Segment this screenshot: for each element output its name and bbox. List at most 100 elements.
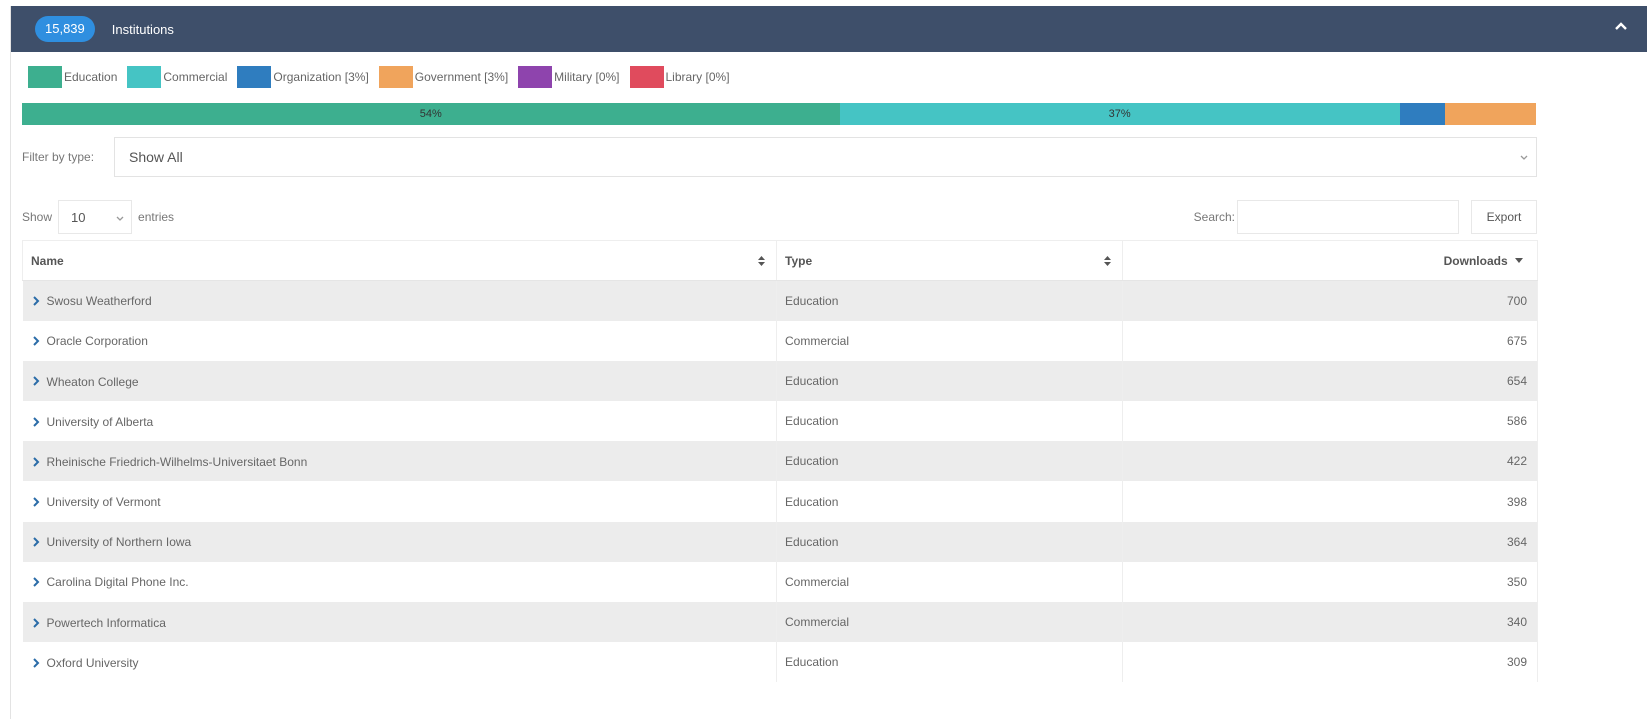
expand-chevron-right-icon[interactable]	[31, 375, 41, 387]
legend-item[interactable]: Government [3%]	[378, 66, 509, 88]
cell-type: Education	[776, 360, 1123, 402]
table-row[interactable]: University of Vermont Education 398	[22, 481, 1538, 522]
legend-swatch	[237, 66, 272, 88]
cell-downloads: 700	[1122, 280, 1538, 321]
chevron-down-icon	[1520, 155, 1528, 160]
expand-chevron-right-icon[interactable]	[31, 416, 41, 428]
institution-name: University of Northern Iowa	[46, 535, 192, 550]
legend-label: Education	[64, 70, 118, 84]
institution-name: University of Vermont	[46, 494, 161, 509]
column-header-type-label: Type	[785, 253, 813, 268]
legend-label: Organization [3%]	[273, 70, 369, 84]
cell-downloads: 364	[1122, 521, 1538, 562]
cell-type: Education	[776, 642, 1123, 683]
institution-name: Powertech Informatica	[46, 615, 166, 630]
column-header-downloads[interactable]: Downloads	[1122, 240, 1538, 281]
legend-swatch	[629, 66, 664, 88]
expand-chevron-right-icon[interactable]	[31, 295, 41, 307]
entries-length-value: 10	[71, 209, 86, 225]
institution-name: Rheinische Friedrich-Wilhelms-Universita…	[46, 454, 308, 469]
cell-name: University of Northern Iowa	[22, 521, 777, 562]
distribution-segment	[1445, 103, 1536, 125]
table-row[interactable]: University of Northern Iowa Education 364	[22, 521, 1538, 562]
legend-swatch	[378, 66, 413, 88]
expand-chevron-right-icon[interactable]	[31, 335, 41, 347]
sort-desc-icon	[1515, 258, 1523, 264]
distribution-segment-label: 37%	[1108, 108, 1131, 120]
legend-item[interactable]: Commercial	[127, 66, 227, 88]
table-row[interactable]: Oxford University Education 309	[22, 642, 1538, 683]
collapse-chevron-up-icon[interactable]	[1613, 19, 1629, 35]
legend-swatch	[28, 66, 62, 88]
cell-name: Swosu Weatherford	[22, 280, 777, 321]
cell-name: Powertech Informatica	[22, 602, 777, 643]
type-distribution-bar: 54% 37%	[22, 103, 1536, 125]
search-label: Search:	[1193, 210, 1235, 224]
expand-chevron-right-icon[interactable]	[31, 576, 41, 588]
cell-downloads: 350	[1122, 561, 1538, 602]
cell-name: Rheinische Friedrich-Wilhelms-Universita…	[22, 441, 777, 482]
institution-name: Wheaton College	[46, 374, 139, 389]
table-row[interactable]: Swosu Weatherford Education 700	[22, 280, 1538, 321]
expand-chevron-right-icon[interactable]	[31, 536, 41, 548]
cell-type: Education	[776, 521, 1123, 562]
panel-header[interactable]: 15,839 Institutions	[11, 6, 1647, 52]
show-label: Show	[22, 210, 53, 224]
legend-item[interactable]: Education	[28, 66, 117, 88]
filter-label: Filter by type:	[22, 150, 95, 164]
legend-item[interactable]: Organization [3%]	[237, 66, 369, 88]
distribution-segment: 37%	[839, 103, 1400, 125]
legend-label: Commercial	[163, 70, 228, 84]
column-header-type[interactable]: Type	[776, 240, 1123, 281]
legend-label: Government [3%]	[414, 70, 509, 84]
filter-row: Filter by type: Show All	[22, 137, 1537, 177]
table-row[interactable]: Oracle Corporation Commercial 675	[22, 320, 1538, 361]
filter-type-select[interactable]: Show All	[114, 137, 1537, 177]
table-body: Swosu Weatherford Education 700 Oracle Corp…	[22, 280, 1538, 683]
cell-type: Commercial	[776, 561, 1123, 602]
entries-label: entries	[138, 210, 175, 224]
cell-type: Education	[776, 481, 1123, 522]
table-row[interactable]: Carolina Digital Phone Inc. Commercial 350	[22, 561, 1538, 602]
cell-name: Oxford University	[22, 642, 777, 683]
search-control: Search:	[1194, 200, 1459, 234]
cell-type: Education	[776, 441, 1123, 482]
cell-name: University of Vermont	[22, 481, 777, 522]
legend-item[interactable]: Library [0%]	[629, 66, 730, 88]
export-button[interactable]: Export	[1471, 200, 1537, 234]
expand-chevron-right-icon[interactable]	[31, 456, 41, 468]
distribution-segment	[1399, 103, 1446, 125]
institution-name: Carolina Digital Phone Inc.	[46, 575, 189, 590]
expand-chevron-right-icon[interactable]	[31, 496, 41, 508]
institution-name: Swosu Weatherford	[46, 294, 152, 309]
cell-downloads: 422	[1122, 441, 1538, 482]
cell-type: Commercial	[776, 320, 1123, 361]
table-row[interactable]: Powertech Informatica Commercial 340	[22, 602, 1538, 643]
legend-item[interactable]: Military [0%]	[518, 66, 620, 88]
entries-length-control: Show 10 entries	[22, 200, 174, 234]
column-header-name[interactable]: Name	[22, 240, 777, 281]
entries-length-select[interactable]: 10	[58, 200, 133, 234]
cell-name: University of Alberta	[22, 401, 777, 442]
legend-swatch	[127, 66, 162, 88]
legend-label: Library [0%]	[665, 70, 730, 84]
cell-downloads: 340	[1122, 602, 1538, 643]
table-row[interactable]: Wheaton College Education 654	[22, 360, 1538, 402]
sort-icon	[758, 256, 765, 266]
panel-title: Institutions	[111, 21, 174, 37]
column-header-name-label: Name	[31, 253, 64, 268]
table-row[interactable]: Rheinische Friedrich-Wilhelms-Universita…	[22, 441, 1538, 482]
institutions-table: Name Type Downloads Swosu Weatherford Edu…	[22, 240, 1538, 683]
expand-chevron-right-icon[interactable]	[31, 617, 41, 629]
table-row[interactable]: University of Alberta Education 586	[22, 401, 1538, 442]
search-input[interactable]	[1237, 200, 1459, 234]
distribution-segment: 54%	[22, 103, 840, 125]
cell-type: Education	[776, 401, 1123, 442]
column-header-downloads-label: Downloads	[1443, 253, 1508, 268]
expand-chevron-right-icon[interactable]	[31, 657, 41, 669]
cell-downloads: 309	[1122, 642, 1538, 683]
sort-icon	[1104, 256, 1111, 266]
cell-downloads: 586	[1122, 401, 1538, 442]
cell-downloads: 398	[1122, 481, 1538, 522]
filter-type-value: Show All	[129, 149, 183, 165]
